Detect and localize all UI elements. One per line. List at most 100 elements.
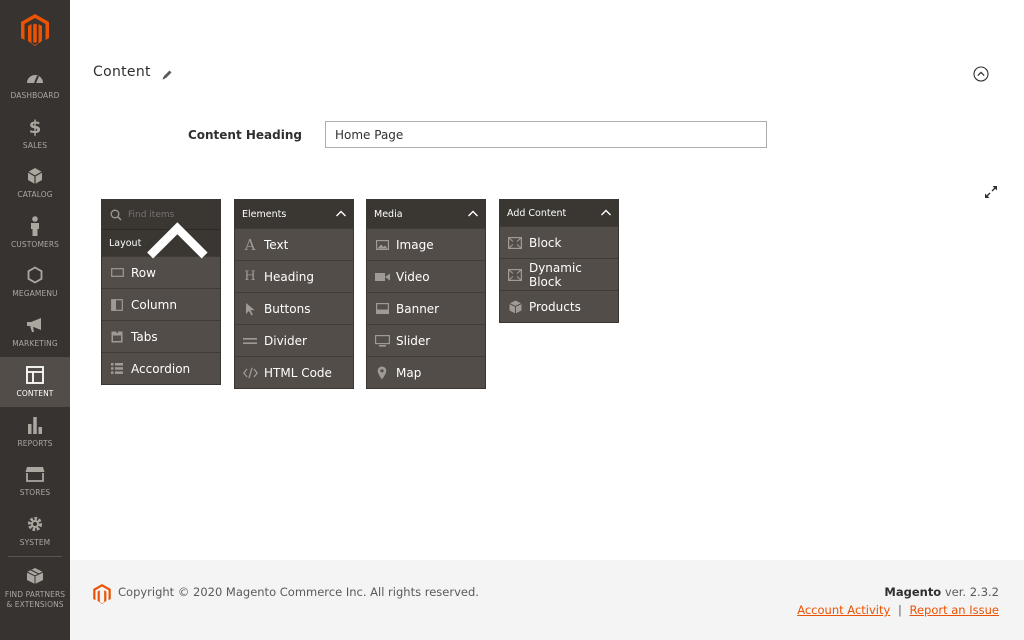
media-item-video[interactable]: Video	[367, 260, 485, 292]
nav-reports-label: REPORTS	[17, 439, 53, 448]
admin-sidebar: DASHBOARD $ SALES CATALOG CUSTOMERS MEGA…	[0, 0, 70, 640]
nav-content[interactable]: CONTENT	[0, 357, 70, 407]
layout-icon	[25, 365, 45, 385]
chevron-up-icon	[468, 210, 478, 217]
footer-link-separator: |	[897, 603, 902, 617]
elements-item-html-code[interactable]: HTML Code	[235, 356, 353, 388]
nav-find-partners-label-2: & EXTENSIONS	[6, 600, 64, 609]
boxes-icon	[25, 566, 45, 586]
add-content-group-header[interactable]: Add Content	[500, 200, 618, 226]
media-item-slider[interactable]: Slider	[367, 324, 485, 356]
hexagon-icon	[25, 265, 45, 285]
magento-logo[interactable]	[0, 0, 70, 60]
nav-customers-label: CUSTOMERS	[10, 240, 60, 249]
nav-content-label: CONTENT	[16, 389, 54, 398]
slider-icon	[374, 333, 390, 349]
nav-system[interactable]: SYSTEM	[0, 507, 70, 555]
text-icon: A	[244, 235, 256, 254]
nav-marketing-label: MARKETING	[12, 339, 58, 348]
elements-item-heading[interactable]: H Heading	[235, 260, 353, 292]
nav-sales[interactable]: $ SALES	[0, 110, 70, 158]
banner-icon	[374, 301, 390, 317]
products-box-icon	[507, 299, 523, 315]
cursor-icon	[242, 301, 258, 317]
bar-chart-icon	[25, 415, 45, 435]
layout-item-label: Row	[131, 265, 156, 280]
media-item-banner[interactable]: Banner	[367, 292, 485, 324]
media-item-map[interactable]: Map	[367, 356, 485, 388]
nav-catalog[interactable]: CATALOG	[0, 159, 70, 207]
nav-catalog-label: CATALOG	[17, 190, 53, 199]
nav-find-partners-label-1: FIND PARTNERS	[4, 590, 66, 599]
elements-item-text[interactable]: A Text	[235, 228, 353, 260]
add-content-item-dynamic-block[interactable]: Dynamic Block	[500, 258, 618, 290]
cube-icon	[25, 166, 45, 186]
elements-item-label: Heading	[264, 269, 314, 284]
nav-system-label: SYSTEM	[19, 538, 51, 547]
nav-customers[interactable]: CUSTOMERS	[0, 209, 70, 257]
elements-group-title: Elements	[242, 208, 287, 220]
collapse-section-icon[interactable]	[973, 66, 989, 82]
report-issue-link[interactable]: Report an Issue	[909, 603, 999, 617]
footer-links: Account Activity | Report an Issue	[797, 603, 999, 617]
version-number: ver. 2.3.2	[941, 585, 999, 599]
block-icon	[507, 235, 523, 251]
elements-item-label: HTML Code	[264, 365, 332, 380]
add-content-item-label: Products	[529, 299, 581, 314]
add-content-item-products[interactable]: Products	[500, 290, 618, 322]
megaphone-icon	[25, 315, 45, 335]
dollar-icon: $	[28, 116, 42, 138]
gear-icon	[25, 514, 45, 534]
add-content-group-title: Add Content	[507, 207, 567, 219]
dynamic-block-icon	[507, 267, 523, 283]
layout-item-column[interactable]: Column	[102, 288, 220, 320]
chevron-up-icon	[336, 210, 346, 217]
elements-item-buttons[interactable]: Buttons	[235, 292, 353, 324]
accordion-icon	[109, 361, 125, 377]
pencil-icon[interactable]	[161, 66, 175, 80]
tabs-icon	[109, 329, 125, 345]
nav-reports[interactable]: REPORTS	[0, 408, 70, 456]
media-group-title: Media	[374, 208, 403, 220]
fullscreen-expand-icon[interactable]	[984, 184, 998, 198]
media-item-label: Map	[396, 365, 422, 380]
layout-group-header[interactable]: Layout	[102, 221, 220, 259]
media-item-label: Image	[396, 237, 434, 252]
layout-item-label: Tabs	[131, 329, 158, 344]
elements-item-label: Buttons	[264, 301, 311, 316]
brand-name: Magento	[884, 585, 942, 599]
section-title: Content	[93, 64, 151, 80]
layout-item-label: Accordion	[131, 361, 191, 376]
add-content-item-label: Block	[529, 235, 562, 250]
nav-find-partners[interactable]: FIND PARTNERS & EXTENSIONS	[0, 558, 70, 618]
page-footer: Copyright © 2020 Magento Commerce Inc. A…	[70, 560, 1024, 640]
nav-dashboard-label: DASHBOARD	[10, 91, 60, 100]
nav-sales-label: SALES	[22, 141, 48, 150]
row-icon	[109, 265, 125, 281]
add-content-item-label: Dynamic Block	[528, 260, 582, 289]
layout-panel: Layout Row Column Tabs Accordion	[101, 199, 221, 385]
nav-megamenu[interactable]: MEGAMENU	[0, 258, 70, 306]
image-icon	[374, 237, 390, 253]
nav-dashboard[interactable]: DASHBOARD	[0, 60, 70, 108]
layout-item-accordion[interactable]: Accordion	[102, 352, 220, 384]
media-item-image[interactable]: Image	[367, 228, 485, 260]
add-content-item-block[interactable]: Block	[500, 226, 618, 258]
elements-item-divider[interactable]: Divider	[235, 324, 353, 356]
person-icon	[25, 216, 45, 236]
account-activity-link[interactable]: Account Activity	[797, 603, 890, 617]
media-group-header[interactable]: Media	[367, 200, 485, 228]
search-icon	[110, 209, 122, 221]
elements-group-header[interactable]: Elements	[235, 200, 353, 228]
divider-icon	[242, 333, 258, 349]
media-item-label: Video	[396, 269, 430, 284]
content-heading-input[interactable]	[325, 121, 767, 148]
elements-item-label: Text	[264, 237, 289, 252]
layout-item-label: Column	[131, 297, 177, 312]
content-heading-label: Content Heading	[187, 128, 302, 142]
layout-item-tabs[interactable]: Tabs	[102, 320, 220, 352]
nav-stores-label: STORES	[19, 488, 51, 497]
nav-marketing[interactable]: MARKETING	[0, 308, 70, 356]
magento-footer-logo	[93, 584, 111, 604]
nav-stores[interactable]: STORES	[0, 457, 70, 505]
